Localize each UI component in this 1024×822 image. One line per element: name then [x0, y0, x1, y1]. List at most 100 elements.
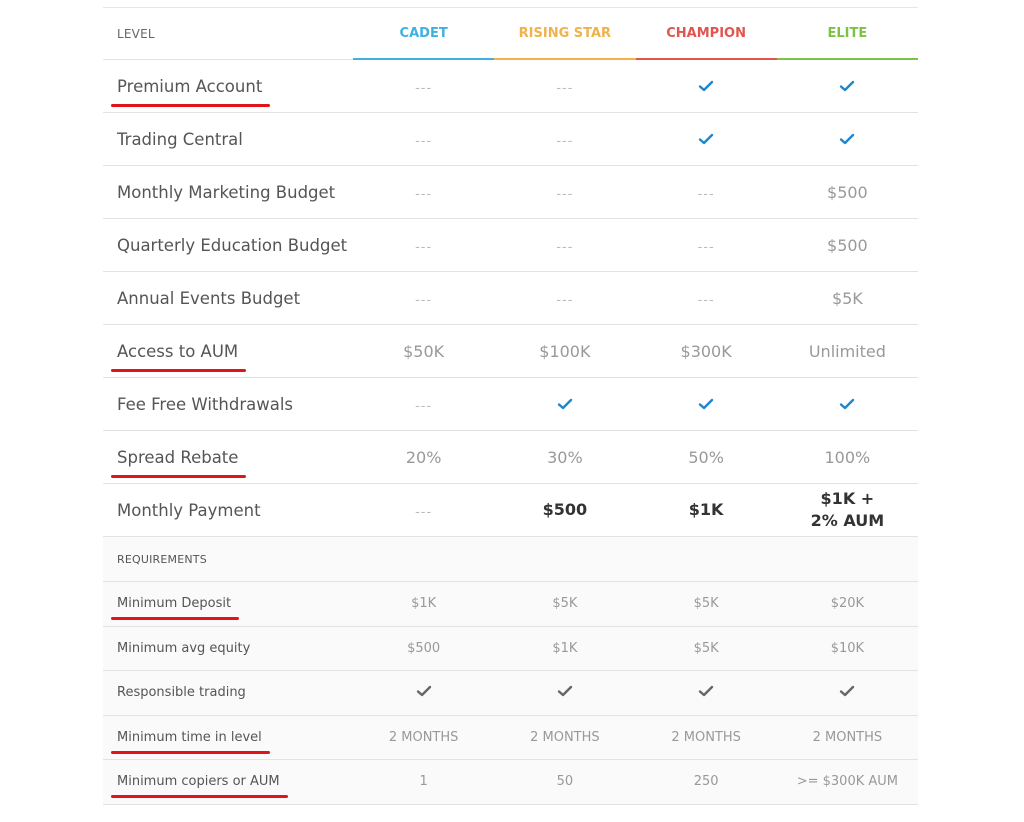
tier-comparison-table: LEVEL CADET RISING STAR CHAMPION ELITE P…	[103, 7, 918, 805]
tier-header-champion: CHAMPION	[635, 8, 777, 60]
cell-value: $1K	[552, 640, 578, 656]
table-row: Minimum avg equity $500 $1K $5K $10K	[103, 627, 918, 671]
tier-header-cadet: CADET	[353, 8, 495, 60]
table-row: Access to AUM $50K $100K $300K Unlimited	[103, 325, 918, 378]
table-row: Minimum copiers or AUM 1 50 250 >= $300K AUM	[103, 760, 918, 805]
cell-value: $1K	[411, 596, 437, 612]
cell-value: $500	[827, 182, 868, 202]
cell-check	[636, 77, 777, 96]
row-label-text: Minimum time in level	[111, 730, 270, 754]
requirements-rows: Minimum Deposit $1K $5K $5K $20K Minimum avg …	[103, 582, 918, 805]
cell-empty: ---	[353, 501, 494, 520]
row-label-text: Access to AUM	[111, 342, 247, 372]
row-label: Responsible trading	[103, 685, 353, 700]
checkmark-icon	[698, 133, 714, 145]
cell-value: 2 MONTHS	[388, 729, 459, 745]
checkmark-icon	[698, 398, 714, 410]
empty-dash: ---	[415, 398, 433, 414]
checkmark-icon	[698, 685, 714, 697]
requirements-section: REQUIREMENTS Minimum Deposit $1K $5K $5K $20…	[103, 537, 918, 805]
row-label-text: Minimum avg equity	[117, 640, 251, 656]
row-label-text: Minimum copiers or AUM	[111, 774, 288, 799]
cell-empty: ---	[353, 183, 494, 202]
table-row: Fee Free Withdrawals ---	[103, 378, 918, 431]
table-row: Minimum Deposit $1K $5K $5K $20K	[103, 582, 918, 627]
cell-empty: ---	[353, 130, 494, 149]
cell-check	[494, 395, 635, 414]
row-label: Spread Rebate	[103, 448, 353, 478]
row-label: Minimum copiers or AUM	[103, 774, 353, 799]
empty-dash: ---	[415, 80, 433, 96]
checkmark-icon	[839, 398, 855, 410]
row-label-text: Responsible trading	[117, 685, 246, 701]
cell-value: 1	[419, 774, 428, 790]
cell-check	[353, 685, 494, 701]
cell-check	[636, 685, 777, 701]
cell-value: $10K	[830, 640, 865, 656]
cell-empty: ---	[636, 236, 777, 255]
cell-value: >= $300K AUM	[796, 774, 899, 790]
cell-value: $500	[542, 500, 588, 519]
cell-value: $1K + 2% AUM	[810, 489, 885, 530]
empty-dash: ---	[415, 504, 433, 520]
cell-value: $300K	[680, 341, 732, 361]
cell-empty: ---	[494, 77, 635, 96]
cell-empty: ---	[494, 130, 635, 149]
table-row: Monthly Marketing Budget --- --- --- $500	[103, 166, 918, 219]
row-label-text: Annual Events Budget	[117, 288, 301, 308]
cell-empty: ---	[636, 289, 777, 308]
red-underline-annotation	[111, 103, 271, 107]
level-column-header: LEVEL	[117, 26, 155, 41]
empty-dash: ---	[697, 292, 715, 308]
checkmark-icon	[839, 80, 855, 92]
cell-value: 50%	[688, 447, 724, 467]
row-label-text: Quarterly Education Budget	[117, 235, 348, 255]
empty-dash: ---	[415, 292, 433, 308]
row-label: Quarterly Education Budget	[103, 236, 353, 255]
row-label-text: Trading Central	[117, 129, 243, 149]
checkmark-icon	[416, 685, 432, 697]
cell-value: $50K	[403, 341, 445, 361]
tier-header-rising-star: RISING STAR	[494, 8, 636, 60]
cell-value: Unlimited	[808, 341, 886, 361]
cell-check	[636, 395, 777, 414]
cell-value: $5K	[552, 596, 578, 612]
red-underline-annotation	[111, 474, 247, 478]
cell-value: $500	[827, 235, 868, 255]
cell-value: 2 MONTHS	[671, 729, 741, 745]
cell-value: 50	[556, 774, 574, 790]
table-row: Premium Account --- ---	[103, 60, 918, 113]
cell-empty: ---	[353, 395, 494, 414]
requirements-title: REQUIREMENTS	[117, 552, 207, 566]
cell-empty: ---	[353, 236, 494, 255]
row-label: Monthly Marketing Budget	[103, 183, 353, 202]
table-row: Trading Central --- ---	[103, 113, 918, 166]
checkmark-icon	[698, 80, 714, 92]
red-underline-annotation	[111, 795, 288, 799]
red-underline-annotation	[111, 617, 240, 621]
cell-check	[777, 685, 918, 701]
empty-dash: ---	[556, 133, 574, 149]
cell-value: $100K	[539, 341, 591, 361]
cell-empty: ---	[494, 183, 635, 202]
row-label-text: Monthly Payment	[117, 500, 261, 520]
empty-dash: ---	[415, 186, 433, 202]
cell-check	[777, 130, 918, 149]
cell-value: $1K	[688, 500, 724, 519]
row-label: Annual Events Budget	[103, 289, 353, 308]
row-label-text: Minimum Deposit	[111, 596, 240, 621]
row-label-text: Fee Free Withdrawals	[117, 394, 294, 414]
red-underline-annotation	[111, 750, 270, 754]
cell-value: $5K	[693, 640, 719, 656]
row-label-text: Premium Account	[111, 77, 271, 107]
cell-value: $5K	[693, 596, 719, 612]
cell-empty: ---	[494, 236, 635, 255]
table-row: Minimum time in level 2 MONTHS 2 MONTHS 2 M…	[103, 716, 918, 760]
row-label: Trading Central	[103, 130, 353, 149]
row-label: Minimum time in level	[103, 730, 353, 754]
empty-dash: ---	[556, 239, 574, 255]
cell-empty: ---	[353, 289, 494, 308]
empty-dash: ---	[697, 186, 715, 202]
table-header: LEVEL CADET RISING STAR CHAMPION ELITE	[103, 8, 918, 60]
cell-empty: ---	[353, 77, 494, 96]
